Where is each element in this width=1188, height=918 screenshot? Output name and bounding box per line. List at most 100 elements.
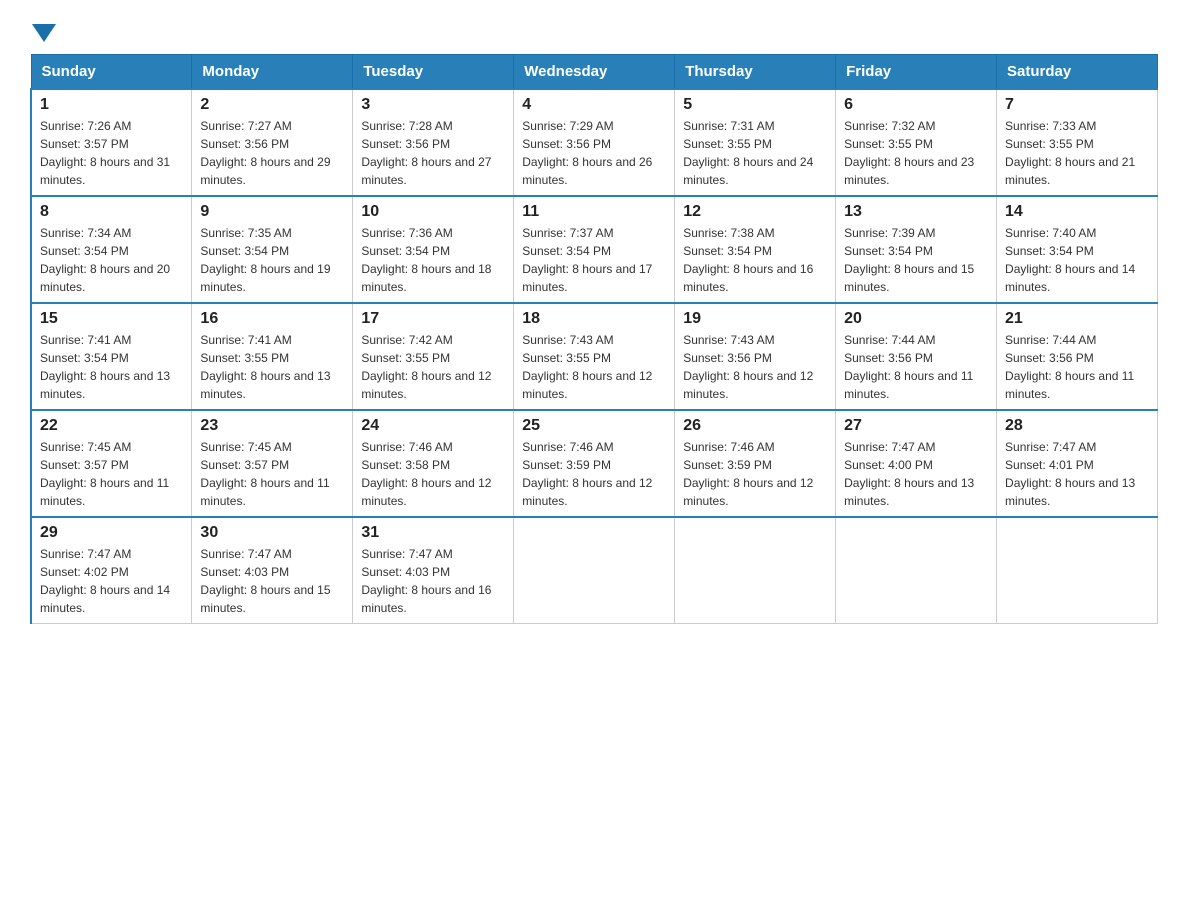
day-number: 28: [1005, 417, 1149, 435]
calendar-cell: [675, 517, 836, 624]
calendar-cell: 7 Sunrise: 7:33 AM Sunset: 3:55 PM Dayli…: [997, 89, 1158, 196]
calendar-cell: 13 Sunrise: 7:39 AM Sunset: 3:54 PM Dayl…: [836, 196, 997, 303]
day-info: Sunrise: 7:47 AM Sunset: 4:03 PM Dayligh…: [200, 545, 344, 617]
day-number: 19: [683, 310, 827, 328]
day-number: 20: [844, 310, 988, 328]
column-header-friday: Friday: [836, 55, 997, 90]
calendar-cell: 1 Sunrise: 7:26 AM Sunset: 3:57 PM Dayli…: [31, 89, 192, 196]
day-info: Sunrise: 7:34 AM Sunset: 3:54 PM Dayligh…: [40, 224, 183, 296]
day-info: Sunrise: 7:44 AM Sunset: 3:56 PM Dayligh…: [844, 331, 988, 403]
calendar-cell: 8 Sunrise: 7:34 AM Sunset: 3:54 PM Dayli…: [31, 196, 192, 303]
day-number: 4: [522, 96, 666, 114]
day-info: Sunrise: 7:43 AM Sunset: 3:55 PM Dayligh…: [522, 331, 666, 403]
day-number: 25: [522, 417, 666, 435]
day-info: Sunrise: 7:26 AM Sunset: 3:57 PM Dayligh…: [40, 117, 183, 189]
day-number: 30: [200, 524, 344, 542]
calendar-cell: 24 Sunrise: 7:46 AM Sunset: 3:58 PM Dayl…: [353, 410, 514, 517]
day-info: Sunrise: 7:44 AM Sunset: 3:56 PM Dayligh…: [1005, 331, 1149, 403]
day-number: 10: [361, 203, 505, 221]
calendar-cell: 17 Sunrise: 7:42 AM Sunset: 3:55 PM Dayl…: [353, 303, 514, 410]
calendar-cell: 25 Sunrise: 7:46 AM Sunset: 3:59 PM Dayl…: [514, 410, 675, 517]
column-header-saturday: Saturday: [997, 55, 1158, 90]
day-info: Sunrise: 7:42 AM Sunset: 3:55 PM Dayligh…: [361, 331, 505, 403]
day-number: 17: [361, 310, 505, 328]
calendar-cell: 23 Sunrise: 7:45 AM Sunset: 3:57 PM Dayl…: [192, 410, 353, 517]
day-number: 16: [200, 310, 344, 328]
calendar-cell: 21 Sunrise: 7:44 AM Sunset: 3:56 PM Dayl…: [997, 303, 1158, 410]
calendar-cell: 5 Sunrise: 7:31 AM Sunset: 3:55 PM Dayli…: [675, 89, 836, 196]
day-number: 18: [522, 310, 666, 328]
day-info: Sunrise: 7:41 AM Sunset: 3:55 PM Dayligh…: [200, 331, 344, 403]
calendar-cell: 10 Sunrise: 7:36 AM Sunset: 3:54 PM Dayl…: [353, 196, 514, 303]
day-number: 7: [1005, 96, 1149, 114]
day-info: Sunrise: 7:32 AM Sunset: 3:55 PM Dayligh…: [844, 117, 988, 189]
day-number: 26: [683, 417, 827, 435]
calendar-week-1: 1 Sunrise: 7:26 AM Sunset: 3:57 PM Dayli…: [31, 89, 1158, 196]
column-header-sunday: Sunday: [31, 55, 192, 90]
calendar-cell: 18 Sunrise: 7:43 AM Sunset: 3:55 PM Dayl…: [514, 303, 675, 410]
day-number: 3: [361, 96, 505, 114]
day-number: 12: [683, 203, 827, 221]
day-info: Sunrise: 7:29 AM Sunset: 3:56 PM Dayligh…: [522, 117, 666, 189]
page-header: [30, 20, 1158, 38]
column-header-tuesday: Tuesday: [353, 55, 514, 90]
day-number: 5: [683, 96, 827, 114]
day-info: Sunrise: 7:47 AM Sunset: 4:00 PM Dayligh…: [844, 438, 988, 510]
calendar-cell: 3 Sunrise: 7:28 AM Sunset: 3:56 PM Dayli…: [353, 89, 514, 196]
day-number: 6: [844, 96, 988, 114]
day-info: Sunrise: 7:33 AM Sunset: 3:55 PM Dayligh…: [1005, 117, 1149, 189]
day-info: Sunrise: 7:47 AM Sunset: 4:01 PM Dayligh…: [1005, 438, 1149, 510]
day-number: 15: [40, 310, 183, 328]
calendar-cell: 28 Sunrise: 7:47 AM Sunset: 4:01 PM Dayl…: [997, 410, 1158, 517]
calendar-week-2: 8 Sunrise: 7:34 AM Sunset: 3:54 PM Dayli…: [31, 196, 1158, 303]
calendar-cell: 19 Sunrise: 7:43 AM Sunset: 3:56 PM Dayl…: [675, 303, 836, 410]
day-number: 13: [844, 203, 988, 221]
calendar-cell: 15 Sunrise: 7:41 AM Sunset: 3:54 PM Dayl…: [31, 303, 192, 410]
day-number: 11: [522, 203, 666, 221]
day-info: Sunrise: 7:43 AM Sunset: 3:56 PM Dayligh…: [683, 331, 827, 403]
day-number: 22: [40, 417, 183, 435]
calendar-cell: 12 Sunrise: 7:38 AM Sunset: 3:54 PM Dayl…: [675, 196, 836, 303]
day-info: Sunrise: 7:46 AM Sunset: 3:59 PM Dayligh…: [683, 438, 827, 510]
day-info: Sunrise: 7:38 AM Sunset: 3:54 PM Dayligh…: [683, 224, 827, 296]
day-number: 21: [1005, 310, 1149, 328]
calendar-week-3: 15 Sunrise: 7:41 AM Sunset: 3:54 PM Dayl…: [31, 303, 1158, 410]
day-info: Sunrise: 7:28 AM Sunset: 3:56 PM Dayligh…: [361, 117, 505, 189]
day-info: Sunrise: 7:45 AM Sunset: 3:57 PM Dayligh…: [200, 438, 344, 510]
day-number: 9: [200, 203, 344, 221]
day-info: Sunrise: 7:47 AM Sunset: 4:03 PM Dayligh…: [361, 545, 505, 617]
day-info: Sunrise: 7:40 AM Sunset: 3:54 PM Dayligh…: [1005, 224, 1149, 296]
calendar-cell: 31 Sunrise: 7:47 AM Sunset: 4:03 PM Dayl…: [353, 517, 514, 624]
day-number: 8: [40, 203, 183, 221]
calendar-table: SundayMondayTuesdayWednesdayThursdayFrid…: [30, 54, 1158, 624]
calendar-header-row: SundayMondayTuesdayWednesdayThursdayFrid…: [31, 55, 1158, 90]
calendar-cell: [514, 517, 675, 624]
day-info: Sunrise: 7:37 AM Sunset: 3:54 PM Dayligh…: [522, 224, 666, 296]
calendar-cell: 26 Sunrise: 7:46 AM Sunset: 3:59 PM Dayl…: [675, 410, 836, 517]
column-header-thursday: Thursday: [675, 55, 836, 90]
calendar-cell: [997, 517, 1158, 624]
day-number: 29: [40, 524, 183, 542]
day-number: 24: [361, 417, 505, 435]
day-number: 1: [40, 96, 183, 114]
calendar-week-4: 22 Sunrise: 7:45 AM Sunset: 3:57 PM Dayl…: [31, 410, 1158, 517]
column-header-monday: Monday: [192, 55, 353, 90]
column-header-wednesday: Wednesday: [514, 55, 675, 90]
logo: [30, 20, 56, 38]
logo-triangle-icon: [32, 24, 56, 42]
day-info: Sunrise: 7:39 AM Sunset: 3:54 PM Dayligh…: [844, 224, 988, 296]
day-number: 23: [200, 417, 344, 435]
day-number: 14: [1005, 203, 1149, 221]
day-info: Sunrise: 7:45 AM Sunset: 3:57 PM Dayligh…: [40, 438, 183, 510]
day-info: Sunrise: 7:27 AM Sunset: 3:56 PM Dayligh…: [200, 117, 344, 189]
calendar-cell: 2 Sunrise: 7:27 AM Sunset: 3:56 PM Dayli…: [192, 89, 353, 196]
calendar-cell: 9 Sunrise: 7:35 AM Sunset: 3:54 PM Dayli…: [192, 196, 353, 303]
day-info: Sunrise: 7:46 AM Sunset: 3:59 PM Dayligh…: [522, 438, 666, 510]
day-info: Sunrise: 7:41 AM Sunset: 3:54 PM Dayligh…: [40, 331, 183, 403]
day-info: Sunrise: 7:35 AM Sunset: 3:54 PM Dayligh…: [200, 224, 344, 296]
day-number: 2: [200, 96, 344, 114]
calendar-cell: 11 Sunrise: 7:37 AM Sunset: 3:54 PM Dayl…: [514, 196, 675, 303]
calendar-week-5: 29 Sunrise: 7:47 AM Sunset: 4:02 PM Dayl…: [31, 517, 1158, 624]
calendar-cell: 27 Sunrise: 7:47 AM Sunset: 4:00 PM Dayl…: [836, 410, 997, 517]
calendar-cell: 20 Sunrise: 7:44 AM Sunset: 3:56 PM Dayl…: [836, 303, 997, 410]
